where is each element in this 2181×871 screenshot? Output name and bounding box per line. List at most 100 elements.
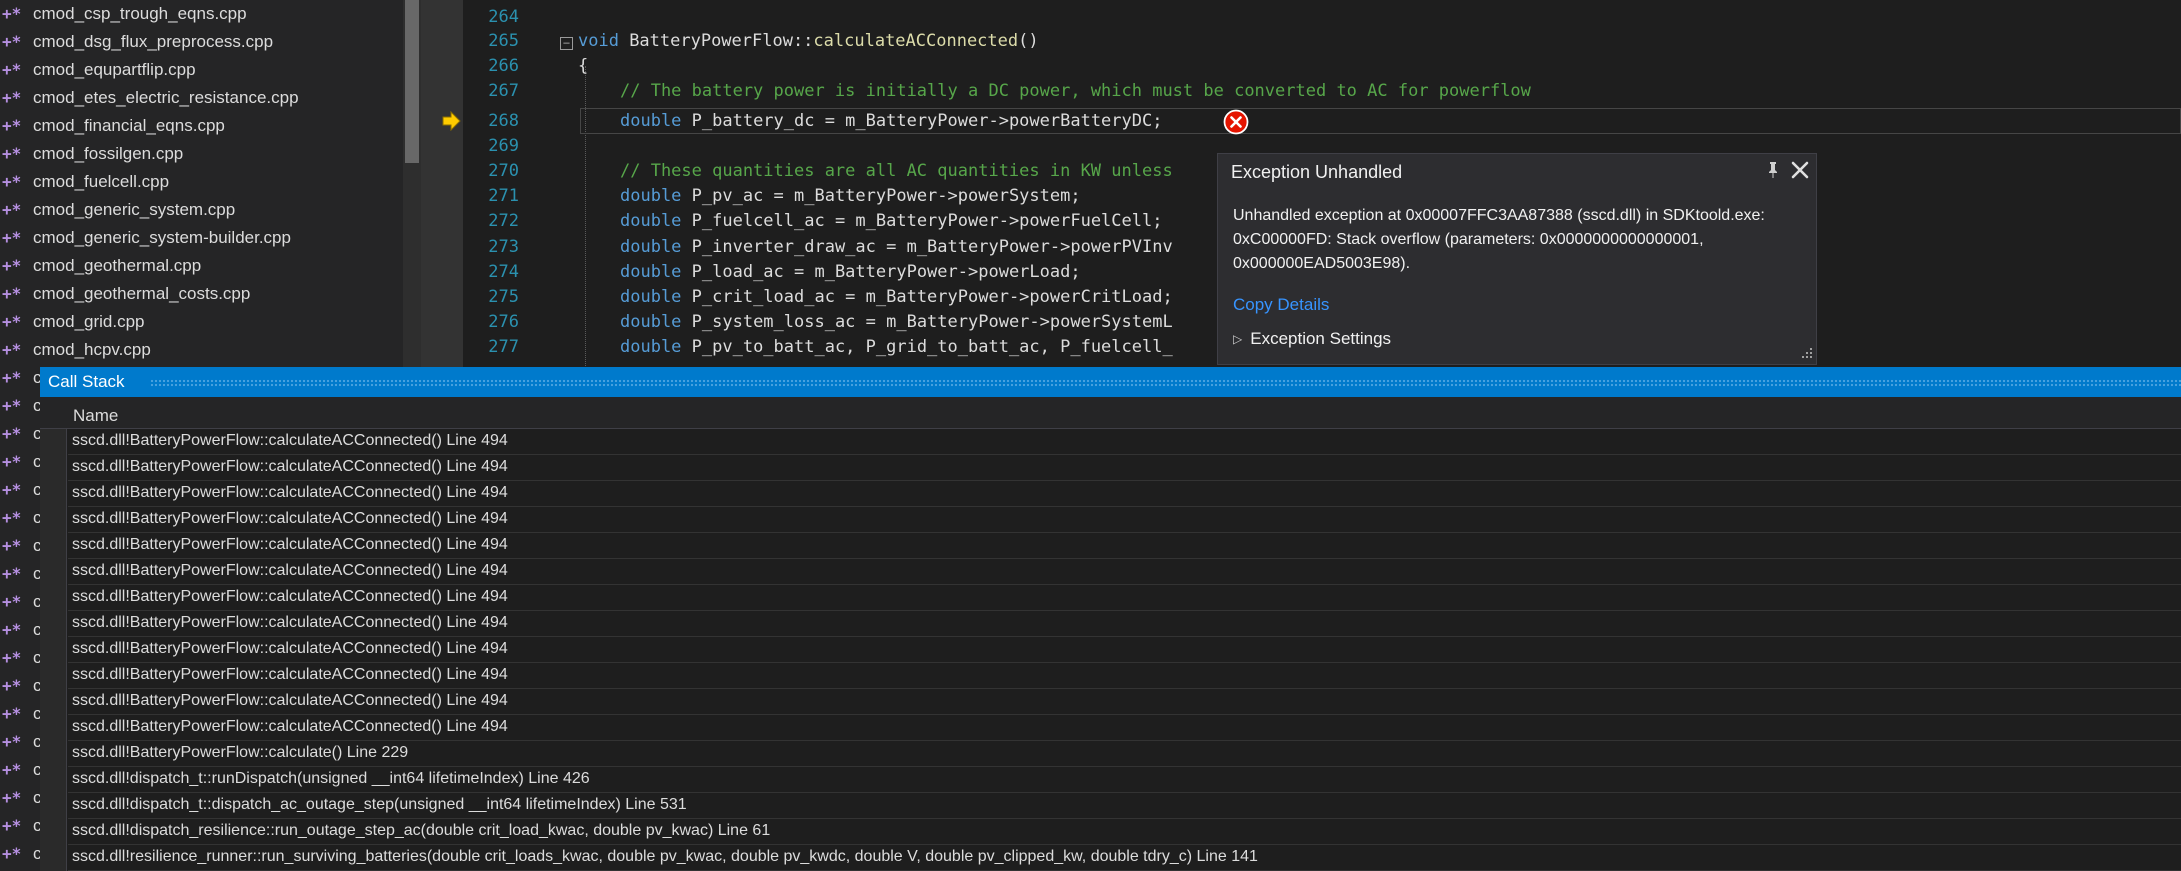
call-stack-frame[interactable]: sscd.dll!BatteryPowerFlow::calculateACCo… (68, 663, 2181, 689)
line-number: 265 (488, 31, 519, 51)
explorer-file-item[interactable]: +* cmod_grid.cpp (0, 308, 404, 336)
exception-settings-toggle[interactable]: ▷ Exception Settings (1233, 329, 1391, 349)
cpp-file-icon: +* (2, 340, 22, 359)
cpp-file-icon: +* (2, 368, 22, 387)
code-token-comment: // These quantities are all AC quantitie… (620, 161, 1173, 181)
line-number: 275 (488, 287, 519, 307)
code-token-rest: P_battery_dc = m_BatteryPower->powerBatt… (681, 111, 1163, 131)
call-stack-frame[interactable]: sscd.dll!BatteryPowerFlow::calculateACCo… (68, 455, 2181, 481)
cpp-file-icon: +* (2, 788, 22, 807)
explorer-file-item[interactable]: +* cmod_hcpv.cpp (0, 336, 404, 364)
call-stack-frame[interactable]: sscd.dll!BatteryPowerFlow::calculateACCo… (68, 533, 2181, 559)
line-number: 266 (488, 56, 519, 76)
column-header-name[interactable]: Name (73, 406, 118, 426)
call-stack-frame-text: sscd.dll!dispatch_t::runDispatch(unsigne… (72, 770, 590, 787)
call-stack-frame[interactable]: sscd.dll!BatteryPowerFlow::calculateACCo… (68, 429, 2181, 455)
call-stack-frame-text: sscd.dll!BatteryPowerFlow::calculateACCo… (72, 666, 508, 683)
explorer-file-item[interactable]: +* cmod_fuelcell.cpp (0, 168, 404, 196)
line-number: 267 (488, 81, 519, 101)
explorer-file-item[interactable]: +* cmod_dsg_flux_preprocess.cpp (0, 28, 404, 56)
explorer-file-label: cmod_etes_electric_resistance.cpp (33, 88, 299, 107)
line-number: 269 (488, 136, 519, 156)
code-line-265[interactable]: void BatteryPowerFlow::calculateACConnec… (578, 31, 1039, 51)
explorer-file-item[interactable]: +* cmod_financial_eqns.cpp (0, 112, 404, 140)
call-stack-frame[interactable]: sscd.dll!BatteryPowerFlow::calculateACCo… (68, 715, 2181, 741)
explorer-file-item[interactable]: +* cmod_csp_trough_eqns.cpp (0, 0, 404, 28)
explorer-file-item[interactable]: +* cmod_equpartflip.cpp (0, 56, 404, 84)
code-token-rest: () (1018, 31, 1039, 51)
call-stack-frame[interactable]: sscd.dll!dispatch_t::dispatch_ac_outage_… (68, 793, 2181, 819)
call-stack-frame-text: sscd.dll!BatteryPowerFlow::calculateACCo… (72, 640, 508, 657)
explorer-file-label: cmod_financial_eqns.cpp (33, 116, 225, 135)
code-line-273[interactable]: double P_inverter_draw_ac = m_BatteryPow… (620, 237, 1173, 257)
explorer-file-item[interactable]: +* cmod_etes_electric_resistance.cpp (0, 84, 404, 112)
line-number: 274 (488, 262, 519, 282)
explorer-file-label: cmod_csp_trough_eqns.cpp (33, 4, 247, 23)
call-stack-frame-text: sscd.dll!BatteryPowerFlow::calculateACCo… (72, 510, 508, 527)
explorer-scrollbar-thumb[interactable] (405, 0, 419, 163)
code-line-274[interactable]: double P_load_ac = m_BatteryPower->power… (620, 262, 1081, 282)
call-stack-frame[interactable]: sscd.dll!BatteryPowerFlow::calculateACCo… (68, 559, 2181, 585)
line-number: 277 (488, 337, 519, 357)
call-stack-frame[interactable]: sscd.dll!dispatch_resilience::run_outage… (68, 819, 2181, 845)
copy-details-link[interactable]: Copy Details (1233, 295, 1329, 315)
cpp-file-icon: +* (2, 844, 22, 863)
resize-grip-icon[interactable] (1796, 346, 1814, 362)
close-icon[interactable] (1788, 158, 1812, 182)
code-line-275[interactable]: double P_crit_load_ac = m_BatteryPower->… (620, 287, 1173, 307)
explorer-file-item[interactable]: +* cmod_generic_system.cpp (0, 196, 404, 224)
code-line-268[interactable]: double P_battery_dc = m_BatteryPower->po… (620, 111, 1162, 131)
code-line-270[interactable]: // These quantities are all AC quantitie… (620, 161, 1173, 181)
cpp-file-icon: +* (2, 424, 22, 443)
expand-triangle-icon: ▷ (1233, 332, 1243, 346)
collapse-toggle-icon[interactable]: − (560, 37, 573, 50)
call-stack-frame[interactable]: sscd.dll!dispatch_t::runDispatch(unsigne… (68, 767, 2181, 793)
cpp-file-icon: +* (2, 32, 22, 51)
call-stack-frame[interactable]: sscd.dll!BatteryPowerFlow::calculateACCo… (68, 507, 2181, 533)
cpp-file-icon: +* (2, 564, 22, 583)
code-line-271[interactable]: double P_pv_ac = m_BatteryPower->powerSy… (620, 186, 1081, 206)
cpp-file-icon: +* (2, 536, 22, 555)
code-token-rest: P_fuelcell_ac = m_BatteryPower->powerFue… (681, 211, 1163, 231)
call-stack-frame-text: sscd.dll!BatteryPowerFlow::calculateACCo… (72, 536, 508, 553)
cpp-file-icon: +* (2, 704, 22, 723)
call-stack-frame-text: sscd.dll!BatteryPowerFlow::calculateACCo… (72, 588, 508, 605)
code-line-277[interactable]: double P_pv_to_batt_ac, P_grid_to_batt_a… (620, 337, 1173, 357)
call-stack-frame[interactable]: sscd.dll!BatteryPowerFlow::calculateACCo… (68, 481, 2181, 507)
title-bar-grip[interactable] (150, 379, 2181, 387)
call-stack-frame[interactable]: sscd.dll!BatteryPowerFlow::calculateACCo… (68, 585, 2181, 611)
call-stack-frame-text: sscd.dll!resilience_runner::run_survivin… (72, 848, 1258, 865)
pin-icon[interactable] (1762, 159, 1784, 181)
code-token-keyword: double (620, 287, 682, 307)
call-stack-frame[interactable]: sscd.dll!BatteryPowerFlow::calculateACCo… (68, 689, 2181, 715)
code-line-276[interactable]: double P_system_loss_ac = m_BatteryPower… (620, 312, 1173, 332)
code-line-272[interactable]: double P_fuelcell_ac = m_BatteryPower->p… (620, 211, 1162, 231)
explorer-file-label: cmod_hcpv.cpp (33, 340, 151, 359)
call-stack-frame[interactable]: sscd.dll!BatteryPowerFlow::calculateACCo… (68, 637, 2181, 663)
call-stack-gutter (40, 429, 67, 871)
cpp-file-icon: +* (2, 648, 22, 667)
cpp-file-icon: +* (2, 452, 22, 471)
explorer-file-item[interactable]: +* cmod_generic_system-builder.cpp (0, 224, 404, 252)
code-token-rest: P_crit_load_ac = m_BatteryPower->powerCr… (681, 287, 1173, 307)
cpp-file-icon: +* (2, 312, 22, 331)
code-token-rest: P_pv_ac = m_BatteryPower->powerSystem; (681, 186, 1081, 206)
call-stack-frame[interactable]: sscd.dll!BatteryPowerFlow::calculate() L… (68, 741, 2181, 767)
code-token-function: calculateACConnected (813, 31, 1019, 51)
code-line-267[interactable]: // The battery power is initially a DC p… (620, 81, 1531, 101)
code-token-rest: P_pv_to_batt_ac, P_grid_to_batt_ac, P_fu… (681, 337, 1173, 357)
cpp-file-icon: +* (2, 284, 22, 303)
call-stack-frame-text: sscd.dll!BatteryPowerFlow::calculate() L… (72, 744, 409, 761)
error-icon[interactable] (1223, 109, 1249, 135)
call-stack-frame[interactable]: sscd.dll!resilience_runner::run_survivin… (68, 845, 2181, 871)
call-stack-panel: Call Stack Name sscd.dll!BatteryPowerFlo… (40, 367, 2181, 871)
call-stack-frame-text: sscd.dll!BatteryPowerFlow::calculateACCo… (72, 562, 508, 579)
explorer-file-item[interactable]: +* cmod_geothermal_costs.cpp (0, 280, 404, 308)
explorer-file-item[interactable]: +* cmod_geothermal.cpp (0, 252, 404, 280)
cpp-file-icon: +* (2, 88, 22, 107)
glyph-margin[interactable] (421, 0, 463, 367)
explorer-file-item[interactable]: +* cmod_fossilgen.cpp (0, 140, 404, 168)
call-stack-frame[interactable]: sscd.dll!BatteryPowerFlow::calculateACCo… (68, 611, 2181, 637)
code-line-266[interactable]: { (578, 56, 588, 76)
call-stack-frame-text: sscd.dll!BatteryPowerFlow::calculateACCo… (72, 432, 508, 449)
